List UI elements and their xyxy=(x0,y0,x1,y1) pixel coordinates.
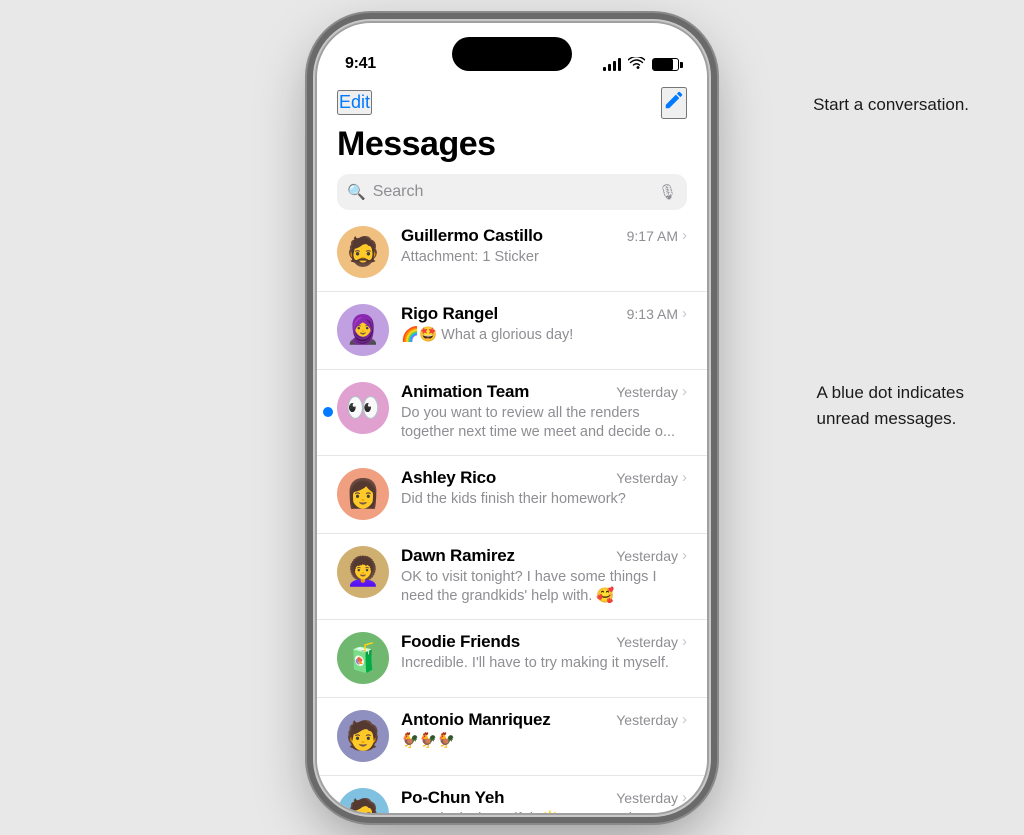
search-icon: 🔍 xyxy=(347,183,366,201)
conversation-preview: 🌈🤩 What a glorious day! xyxy=(401,326,687,346)
conversation-header-row: Po-Chun Yeh Yesterday › xyxy=(401,788,687,808)
conversation-name: Guillermo Castillo xyxy=(401,226,543,246)
conversation-preview: Attachment: 1 Sticker xyxy=(401,248,687,268)
chevron-icon: › xyxy=(682,227,687,244)
annotation-blue-dot: A blue dot indicates unread messages. xyxy=(817,380,964,431)
conversation-time: Yesterday xyxy=(616,384,678,400)
conversation-meta: Yesterday › xyxy=(616,789,687,806)
compose-button[interactable] xyxy=(661,87,687,119)
conversation-item[interactable]: 👀 Animation Team Yesterday › Do you want… xyxy=(317,370,707,456)
conversation-name: Po-Chun Yeh xyxy=(401,788,504,808)
conversation-header-row: Animation Team Yesterday › xyxy=(401,382,687,402)
edit-button[interactable]: Edit xyxy=(337,90,372,115)
unread-dot xyxy=(323,407,333,417)
conversation-preview: 🐓🐓🐓 xyxy=(401,732,687,752)
messages-header: Edit Messages xyxy=(317,81,707,164)
search-bar[interactable]: 🔍 Search 🎙 xyxy=(337,174,687,210)
conversations-list: 🧔 Guillermo Castillo 9:17 AM › Attachmen… xyxy=(317,214,707,813)
conversation-time: Yesterday xyxy=(616,548,678,564)
page-title: Messages xyxy=(337,125,687,164)
search-placeholder: Search xyxy=(373,183,651,201)
conversation-preview: Did the kids finish their homework? xyxy=(401,490,687,510)
chevron-icon: › xyxy=(682,789,687,806)
conversation-body: Rigo Rangel 9:13 AM › 🌈🤩 What a glorious… xyxy=(401,304,687,346)
conversation-body: Ashley Rico Yesterday › Did the kids fin… xyxy=(401,468,687,510)
chevron-icon: › xyxy=(682,547,687,564)
status-time: 9:41 xyxy=(345,55,376,73)
conversation-item[interactable]: 👩 Ashley Rico Yesterday › Did the kids f… xyxy=(317,456,707,534)
conversation-header-row: Antonio Manriquez Yesterday › xyxy=(401,710,687,730)
conversation-body: Po-Chun Yeh Yesterday › Wow, looks beaut… xyxy=(401,788,687,813)
conversation-preview: Wow, looks beautiful. 🌟 Here's a photo o… xyxy=(401,810,687,813)
wifi-icon xyxy=(628,57,645,73)
avatar: 🧕 xyxy=(337,304,389,356)
avatar: 👩 xyxy=(337,468,389,520)
conversation-name: Rigo Rangel xyxy=(401,304,498,324)
screen: 9:41 xyxy=(317,23,707,813)
conversation-header-row: Foodie Friends Yesterday › xyxy=(401,632,687,652)
conversation-meta: 9:13 AM › xyxy=(627,305,687,322)
chevron-icon: › xyxy=(682,711,687,728)
conversation-item[interactable]: 🧑 Antonio Manriquez Yesterday › 🐓🐓🐓 xyxy=(317,698,707,776)
conversation-name: Animation Team xyxy=(401,382,529,402)
conversation-time: Yesterday xyxy=(616,470,678,486)
conversation-header-row: Ashley Rico Yesterday › xyxy=(401,468,687,488)
conversation-item[interactable]: 👩‍🦱 Dawn Ramirez Yesterday › OK to visit… xyxy=(317,534,707,620)
annotation-start-conversation: Start a conversation. xyxy=(813,95,969,115)
conversation-header-row: Rigo Rangel 9:13 AM › xyxy=(401,304,687,324)
signal-icon xyxy=(603,58,621,71)
conversation-item[interactable]: 🧕 Rigo Rangel 9:13 AM › 🌈🤩 What a glorio… xyxy=(317,292,707,370)
conversation-name: Ashley Rico xyxy=(401,468,496,488)
conversation-body: Antonio Manriquez Yesterday › 🐓🐓🐓 xyxy=(401,710,687,752)
header-actions: Edit xyxy=(337,85,687,121)
conversation-header-row: Dawn Ramirez Yesterday › xyxy=(401,546,687,566)
conversation-meta: Yesterday › xyxy=(616,711,687,728)
avatar: 👩‍🦱 xyxy=(337,546,389,598)
conversation-time: Yesterday xyxy=(616,634,678,650)
battery-icon xyxy=(652,58,679,71)
chevron-icon: › xyxy=(682,469,687,486)
phone-frame: 9:41 xyxy=(317,23,707,813)
conversation-item[interactable]: 🧔 Guillermo Castillo 9:17 AM › Attachmen… xyxy=(317,214,707,292)
status-icons xyxy=(603,57,679,73)
conversation-body: Animation Team Yesterday › Do you want t… xyxy=(401,382,687,443)
conversation-item[interactable]: 🧔 Po-Chun Yeh Yesterday › Wow, looks bea… xyxy=(317,776,707,813)
avatar: 🧔 xyxy=(337,226,389,278)
dynamic-island xyxy=(452,37,572,71)
conversation-item[interactable]: 🧃 Foodie Friends Yesterday › Incredible.… xyxy=(317,620,707,698)
conversation-preview: Do you want to review all the renders to… xyxy=(401,404,687,443)
avatar: 👀 xyxy=(337,382,389,434)
conversation-name: Dawn Ramirez xyxy=(401,546,515,566)
conversation-body: Foodie Friends Yesterday › Incredible. I… xyxy=(401,632,687,674)
conversation-meta: Yesterday › xyxy=(616,547,687,564)
conversation-preview: OK to visit tonight? I have some things … xyxy=(401,568,687,607)
avatar: 🧃 xyxy=(337,632,389,684)
conversation-time: 9:17 AM xyxy=(627,228,678,244)
conversation-meta: Yesterday › xyxy=(616,633,687,650)
conversation-time: Yesterday xyxy=(616,712,678,728)
chevron-icon: › xyxy=(682,633,687,650)
conversation-meta: Yesterday › xyxy=(616,469,687,486)
avatar: 🧔 xyxy=(337,788,389,813)
chevron-icon: › xyxy=(682,305,687,322)
conversation-body: Guillermo Castillo 9:17 AM › Attachment:… xyxy=(401,226,687,268)
compose-icon xyxy=(663,89,685,111)
conversation-name: Foodie Friends xyxy=(401,632,520,652)
conversation-meta: 9:17 AM › xyxy=(627,227,687,244)
conversation-meta: Yesterday › xyxy=(616,383,687,400)
conversation-time: 9:13 AM xyxy=(627,306,678,322)
conversation-name: Antonio Manriquez xyxy=(401,710,551,730)
scene: Start a conversation. A blue dot indicat… xyxy=(0,0,1024,835)
conversation-preview: Incredible. I'll have to try making it m… xyxy=(401,654,687,674)
microphone-icon[interactable]: 🎙 xyxy=(658,183,677,201)
conversation-header-row: Guillermo Castillo 9:17 AM › xyxy=(401,226,687,246)
avatar: 🧑 xyxy=(337,710,389,762)
conversation-body: Dawn Ramirez Yesterday › OK to visit ton… xyxy=(401,546,687,607)
chevron-icon: › xyxy=(682,383,687,400)
conversation-time: Yesterday xyxy=(616,790,678,806)
content-area: Edit Messages 🔍 Search 🎙 xyxy=(317,81,707,813)
